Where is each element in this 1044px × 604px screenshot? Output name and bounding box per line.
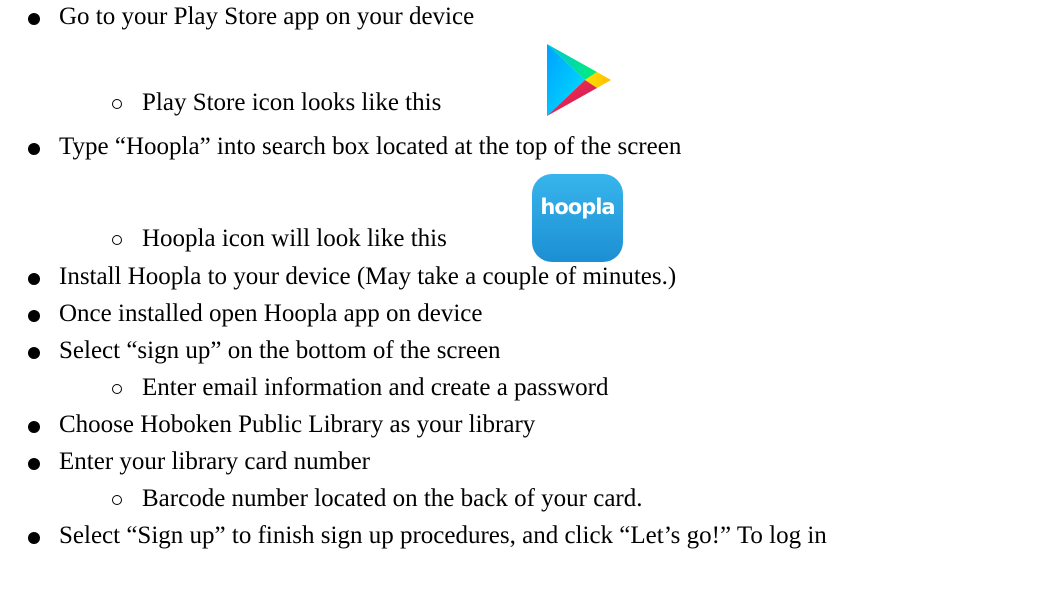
bullet-icon [28,310,40,322]
bullet-icon [28,143,40,155]
list-item: Type “Hoopla” into search box located at… [0,132,1044,162]
list-item: Go to your Play Store app on your device [0,2,1044,32]
list-item: Barcode number located on the back of yo… [0,484,1044,514]
hollow-bullet-icon [112,235,122,245]
list-item: Hoopla icon will look like this [0,224,1044,254]
list-item: Select “Sign up” to finish sign up proce… [0,521,1044,551]
bullet-icon [28,421,40,433]
list-item-text: Type “Hoopla” into search box located at… [59,133,682,160]
list-item: Enter your library card number [0,447,1044,477]
list-item: Install Hoopla to your device (May take … [0,262,1044,292]
list-item-text: Choose Hoboken Public Library as your li… [59,411,536,438]
bullet-icon [28,273,40,285]
list-item: Once installed open Hoopla app on device [0,299,1044,329]
list-item-text: Go to your Play Store app on your device [59,3,475,30]
bullet-icon [28,13,40,25]
bullet-icon [28,458,40,470]
hollow-bullet-icon [112,384,122,394]
list-item-text: Barcode number located on the back of yo… [142,485,643,512]
instructions-document: Go to your Play Store app on your device… [0,0,1044,604]
list-item-text: Enter email information and create a pas… [142,374,609,401]
list-item-text: Once installed open Hoopla app on device [59,300,483,327]
bullet-icon [28,347,40,359]
hoopla-wordmark: hoopla [540,195,615,219]
list-item: Play Store icon looks like this [0,88,1044,118]
play-store-icon [547,44,611,116]
list-item-text: Select “sign up” on the bottom of the sc… [59,337,501,364]
hollow-bullet-icon [112,495,122,505]
list-item-text: Enter your library card number [59,448,370,475]
list-item-text: Install Hoopla to your device (May take … [59,263,677,290]
list-item-text: Hoopla icon will look like this [142,225,447,252]
list-item: Select “sign up” on the bottom of the sc… [0,336,1044,366]
list-item-text: Select “Sign up” to finish sign up proce… [59,522,827,549]
bullet-icon [28,532,40,544]
list-item-text: Play Store icon looks like this [142,89,442,116]
list-item: Choose Hoboken Public Library as your li… [0,410,1044,440]
hollow-bullet-icon [112,99,122,109]
list-item: Enter email information and create a pas… [0,373,1044,403]
hoopla-icon: hoopla [532,174,623,262]
